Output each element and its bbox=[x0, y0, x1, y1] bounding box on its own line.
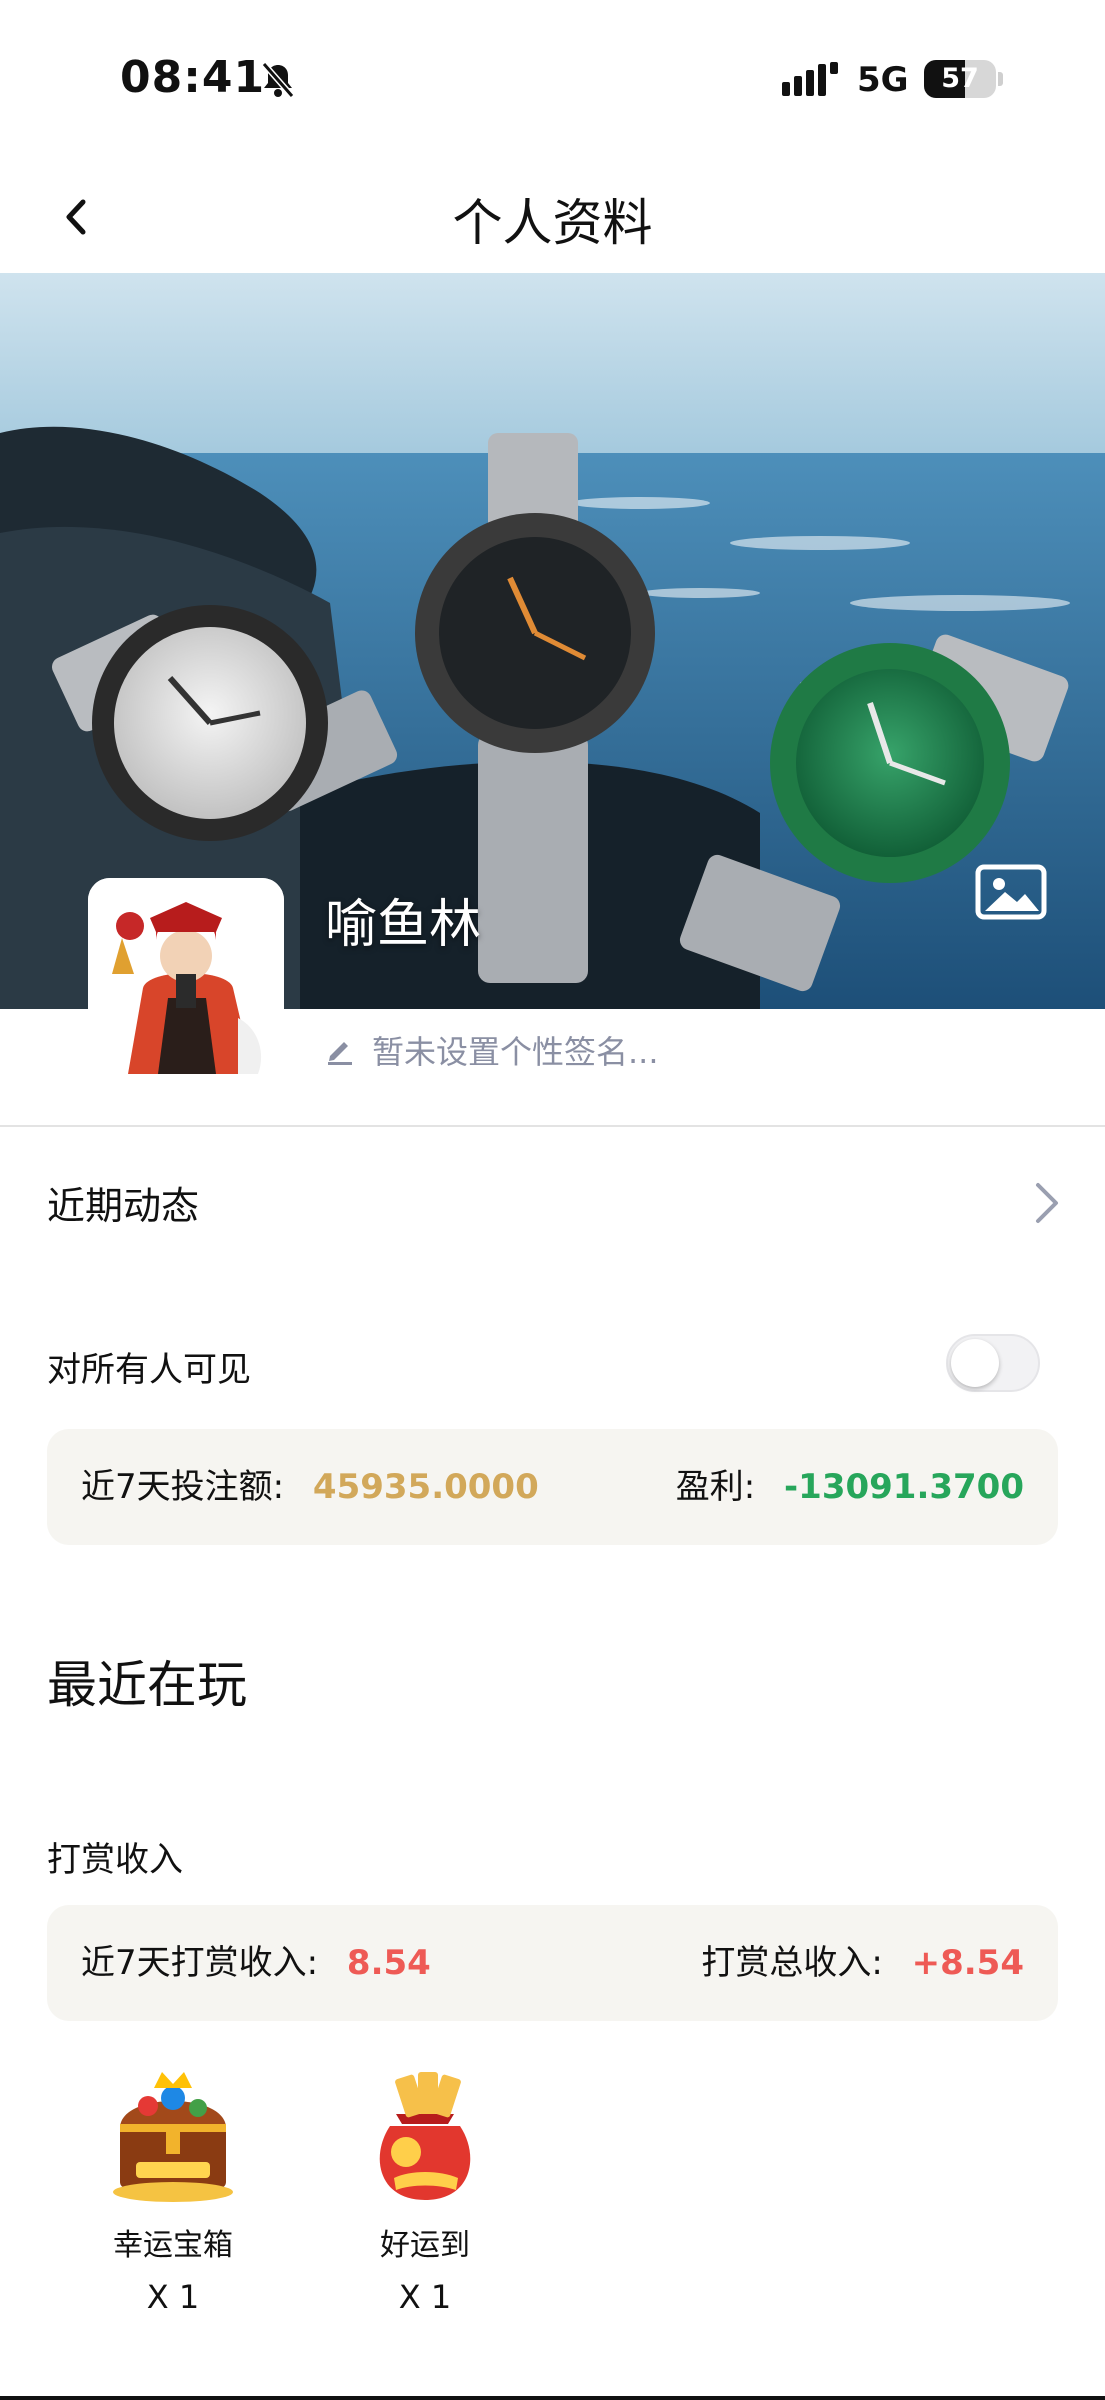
chevron-right-icon[interactable] bbox=[1032, 1180, 1062, 1226]
change-cover-image-icon[interactable] bbox=[975, 864, 1047, 920]
tips-heading: 打赏收入 bbox=[47, 1840, 183, 1880]
username: 喻鱼林 bbox=[325, 895, 482, 955]
lucky-bag-icon bbox=[379, 2072, 471, 2200]
tips-total-group: 打赏总收入: +8.54 bbox=[701, 1905, 1024, 2021]
gift-item[interactable]: 好运到 X 1 bbox=[350, 2066, 500, 2316]
battery-level: 57 bbox=[941, 63, 979, 94]
recently-playing-heading: 最近在玩 bbox=[47, 1656, 247, 1714]
bet-stats-card: 近7天投注额: 45935.0000 盈利: -13091.3700 bbox=[47, 1429, 1058, 1545]
gift-name: 好运到 bbox=[380, 2228, 470, 2263]
gift-quantity: X 1 bbox=[398, 2278, 452, 2316]
bet-amount-value: 45935.0000 bbox=[312, 1467, 539, 1507]
toggle-knob bbox=[951, 1339, 999, 1387]
page-title: 个人资料 bbox=[452, 194, 653, 252]
status-time: 08:41 bbox=[120, 52, 266, 103]
bet-amount-group: 近7天投注额: 45935.0000 bbox=[81, 1429, 539, 1545]
profit-value: -13091.3700 bbox=[784, 1467, 1024, 1507]
tips-stats-card: 近7天打赏收入: 8.54 打赏总收入: +8.54 bbox=[47, 1905, 1058, 2021]
tips-week-group: 近7天打赏收入: 8.54 bbox=[81, 1905, 431, 2021]
tips-week-label: 近7天打赏收入: bbox=[81, 1943, 319, 1983]
tips-week-value: 8.54 bbox=[346, 1943, 431, 1983]
gift-quantity: X 1 bbox=[146, 2278, 200, 2316]
divider bbox=[0, 1125, 1105, 1127]
network-label: 5G bbox=[857, 60, 909, 100]
signature-row[interactable]: 暂未设置个性签名... bbox=[324, 1030, 659, 1071]
profit-label: 盈利: bbox=[675, 1467, 756, 1507]
treasure-chest-icon bbox=[113, 2072, 233, 2202]
profit-group: 盈利: -13091.3700 bbox=[676, 1429, 1024, 1545]
tips-total-label: 打赏总收入: bbox=[701, 1943, 883, 1983]
bet-amount-label: 近7天投注额: bbox=[81, 1467, 285, 1507]
battery-indicator: 57 bbox=[924, 60, 996, 98]
visibility-toggle[interactable] bbox=[946, 1334, 1040, 1392]
gift-item[interactable]: 幸运宝箱 X 1 bbox=[98, 2066, 248, 2316]
bottom-edge bbox=[0, 2396, 1105, 2400]
tips-total-value: +8.54 bbox=[911, 1943, 1024, 1983]
pencil-icon bbox=[328, 1042, 352, 1065]
signal-icon bbox=[782, 62, 838, 96]
bell-muted-icon bbox=[261, 62, 295, 98]
gift-name: 幸运宝箱 bbox=[113, 2228, 233, 2263]
signature-placeholder: 暂未设置个性签名... bbox=[372, 1033, 659, 1071]
avatar[interactable] bbox=[88, 878, 284, 1074]
visibility-label: 对所有人可见 bbox=[47, 1350, 251, 1390]
battery-nub bbox=[998, 72, 1003, 86]
recent-activity-label: 近期动态 bbox=[47, 1184, 200, 1228]
